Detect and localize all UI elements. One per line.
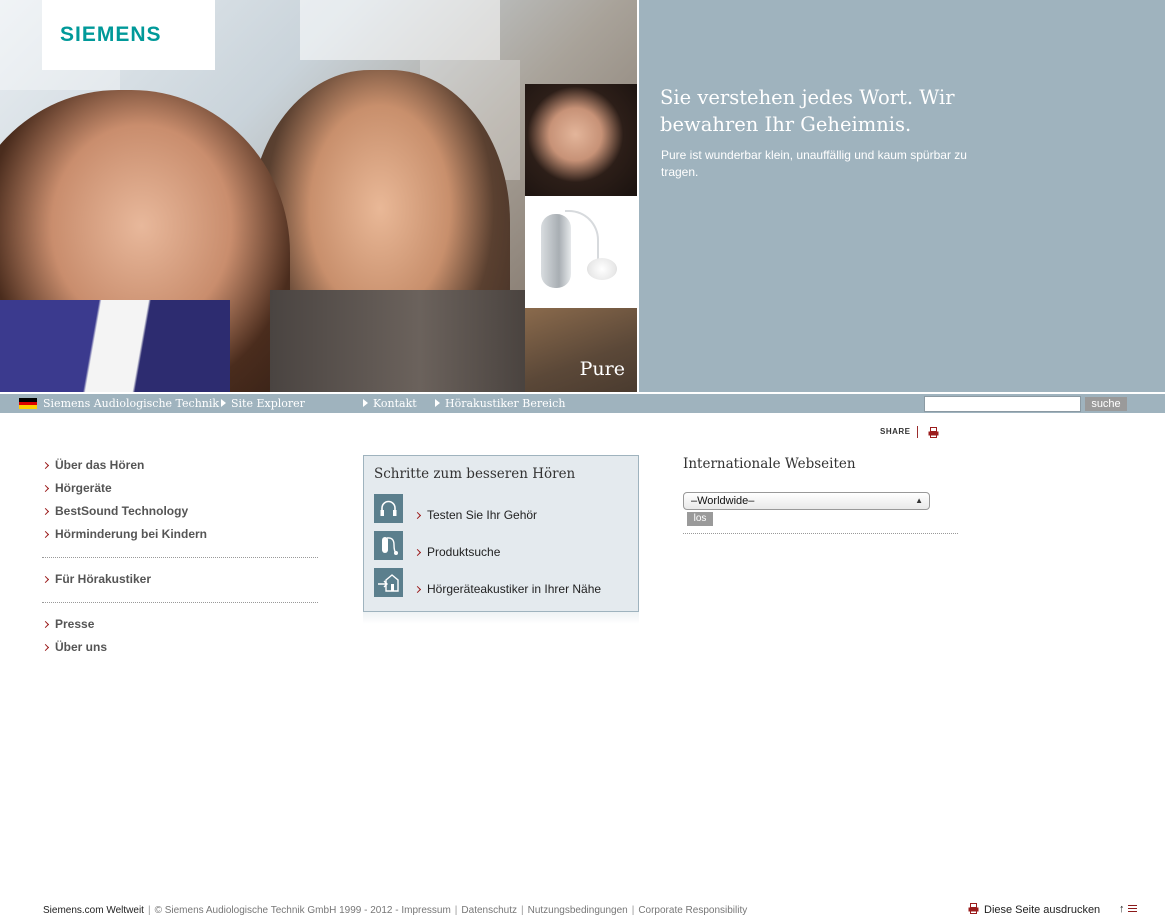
logo-container[interactable]: SIEMENS bbox=[42, 0, 215, 70]
hero-banner: SIEMENS Pure Sie verstehen jedes Wort. W… bbox=[0, 0, 1165, 392]
nav-item-hoerakustiker-bereich[interactable]: Hörakustiker Bereich bbox=[435, 397, 565, 410]
menu-icon bbox=[1127, 905, 1137, 912]
chevron-right-icon bbox=[41, 484, 50, 493]
back-to-top-button[interactable]: ↑ bbox=[1119, 903, 1137, 915]
headphones-icon[interactable] bbox=[374, 494, 403, 523]
print-icon[interactable] bbox=[928, 427, 939, 438]
step-link-hoertest[interactable]: Testen Sie Ihr Gehör bbox=[413, 508, 537, 522]
german-flag-icon bbox=[19, 398, 37, 410]
location-house-icon[interactable] bbox=[374, 568, 403, 597]
chevron-right-icon bbox=[41, 575, 50, 584]
share-divider bbox=[917, 426, 918, 438]
left-nav-ueber-uns[interactable]: Über uns bbox=[41, 639, 318, 662]
chevron-right-icon bbox=[413, 585, 422, 594]
chevron-right-icon bbox=[41, 461, 50, 470]
chevron-right-icon bbox=[413, 548, 422, 557]
divider bbox=[42, 602, 318, 603]
divider bbox=[42, 557, 318, 558]
nav-item-audiologische-technik[interactable]: Siemens Audiologische Technik bbox=[43, 397, 219, 410]
footer: Siemens.com Weltweit | © Siemens Audiologi… bbox=[43, 905, 748, 916]
share-button[interactable]: SHARE bbox=[880, 427, 911, 436]
left-nav-fuer-hoerakustiker[interactable]: Für Hörakustiker bbox=[41, 571, 318, 594]
ear-thumbnail bbox=[525, 84, 637, 196]
footer-print-link[interactable]: Diese Seite ausdrucken bbox=[968, 903, 1100, 916]
steps-title: Schritte zum besseren Hören bbox=[374, 466, 576, 482]
triangle-right-icon bbox=[435, 399, 440, 407]
top-nav-bar: Siemens Audiologische Technik Site Explo… bbox=[0, 393, 1165, 413]
nav-item-kontakt[interactable]: Kontakt bbox=[363, 397, 417, 410]
triangle-right-icon bbox=[221, 399, 226, 407]
chevron-right-icon bbox=[41, 620, 50, 629]
chevron-right-icon bbox=[41, 643, 50, 652]
chevron-right-icon bbox=[41, 507, 50, 516]
hearing-aid-thumbnail bbox=[525, 196, 637, 308]
hero-text-panel: Sie verstehen jedes Wort. Wir bewahren I… bbox=[639, 0, 1165, 392]
product-label: Pure bbox=[579, 358, 625, 380]
country-select[interactable]: –Worldwide– ▲ bbox=[683, 492, 930, 510]
left-nav-bestsound[interactable]: BestSound Technology bbox=[41, 503, 318, 526]
footer-link-corporate-responsibility[interactable]: Corporate Responsibility bbox=[638, 905, 747, 916]
intl-title: Internationale Webseiten bbox=[683, 456, 856, 472]
left-nav-hoergeraete[interactable]: Hörgeräte bbox=[41, 480, 318, 503]
hearing-aid-icon[interactable] bbox=[374, 531, 403, 560]
footer-link-datenschutz[interactable]: Datenschutz bbox=[461, 905, 517, 916]
step-link-produktsuche[interactable]: Produktsuche bbox=[413, 545, 500, 559]
hero-subline: Pure ist wunderbar klein, unauffällig un… bbox=[661, 148, 967, 179]
footer-copyright[interactable]: © Siemens Audiologische Technik GmbH 199… bbox=[155, 905, 451, 916]
left-nav-presse[interactable]: Presse bbox=[41, 616, 318, 639]
arrow-up-icon: ↑ bbox=[1119, 903, 1125, 915]
chevron-right-icon bbox=[413, 511, 422, 520]
los-button[interactable]: los bbox=[687, 512, 713, 526]
footer-worldwide-link[interactable]: Siemens.com Weltweit bbox=[43, 905, 144, 916]
select-arrows-icon: ▲ bbox=[915, 496, 923, 505]
footer-link-nutzungsbedingungen[interactable]: Nutzungsbedingungen bbox=[528, 905, 628, 916]
chevron-right-icon bbox=[41, 530, 50, 539]
print-icon bbox=[968, 903, 979, 914]
nav-item-site-explorer[interactable]: Site Explorer bbox=[221, 397, 305, 410]
search-button[interactable]: suche bbox=[1085, 397, 1127, 411]
step-link-akustiker-naehe[interactable]: Hörgeräteakustiker in Ihrer Nähe bbox=[413, 582, 601, 596]
triangle-right-icon bbox=[363, 399, 368, 407]
left-navigation: Über das Hören Hörgeräte BestSound Techn… bbox=[41, 457, 318, 662]
left-nav-ueber-das-hoeren[interactable]: Über das Hören bbox=[41, 457, 318, 480]
divider bbox=[683, 533, 958, 534]
steps-box: Schritte zum besseren Hören Testen Sie I… bbox=[363, 455, 639, 612]
pure-thumbnail: Pure bbox=[525, 308, 637, 392]
steps-box-shadow bbox=[363, 612, 639, 624]
search-input[interactable] bbox=[924, 396, 1081, 412]
hero-headline: Sie verstehen jedes Wort. Wir bewahren I… bbox=[660, 86, 955, 136]
left-nav-hoerminderung-kinder[interactable]: Hörminderung bei Kindern bbox=[41, 526, 318, 549]
siemens-logo[interactable]: SIEMENS bbox=[60, 23, 162, 47]
